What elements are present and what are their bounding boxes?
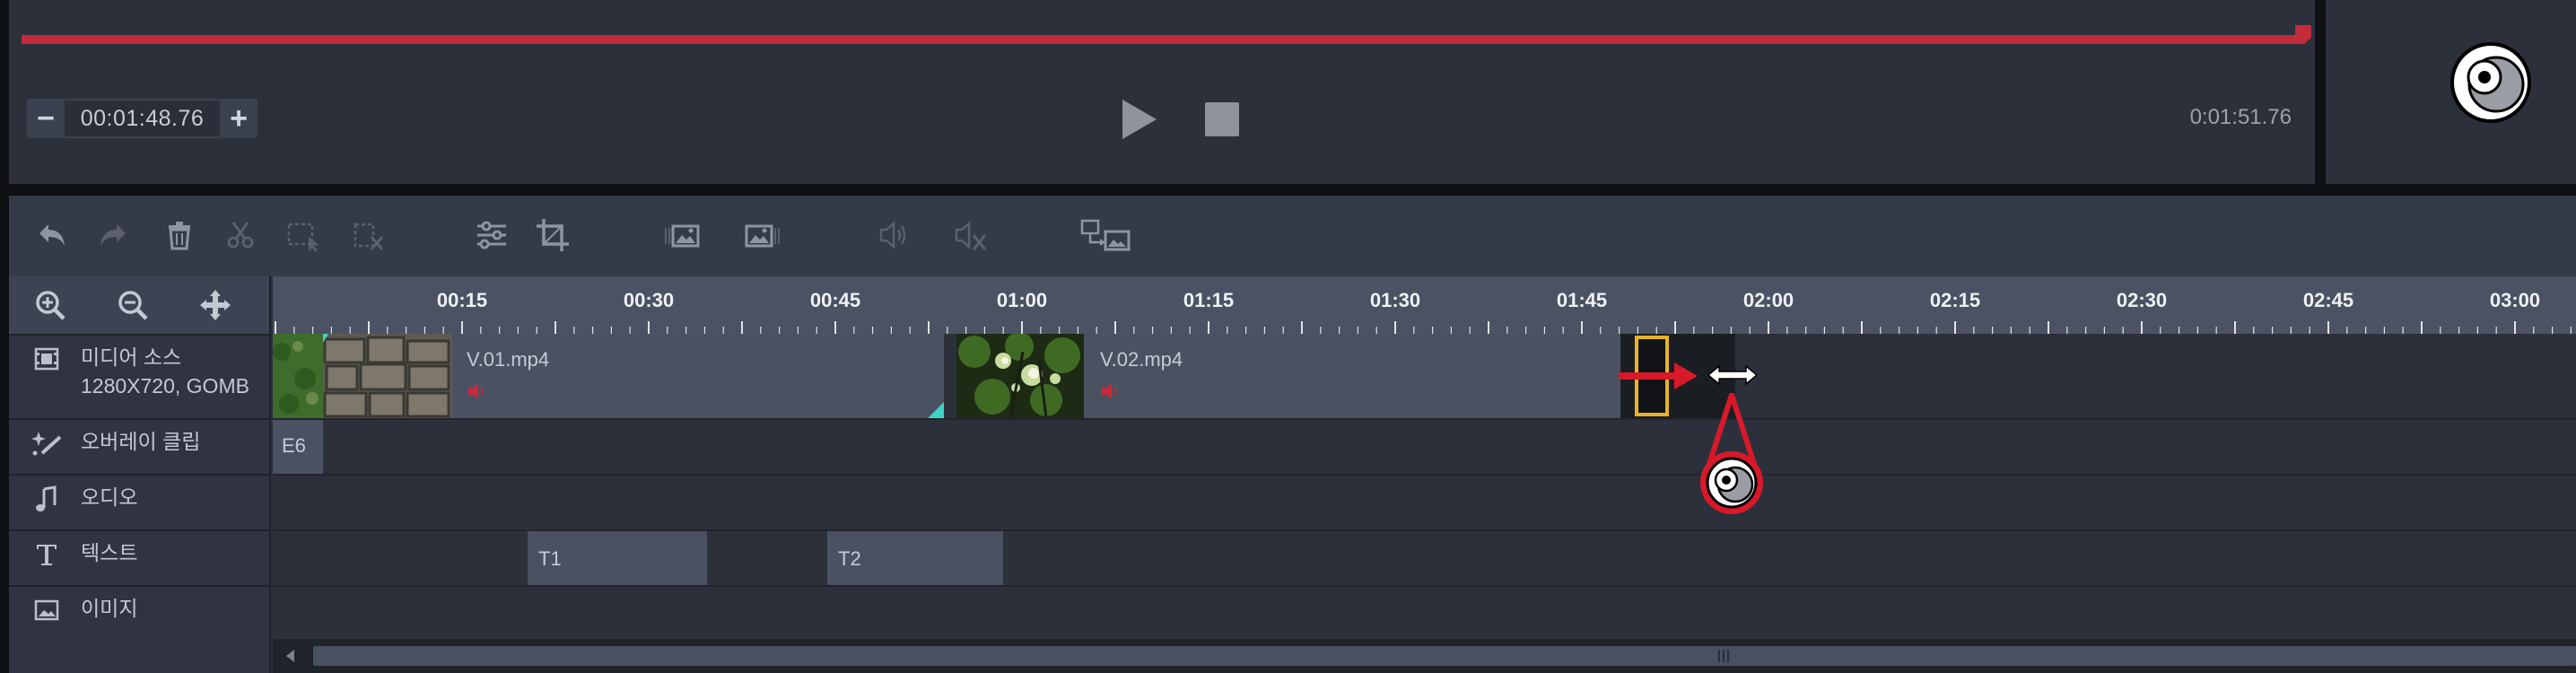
clip-thumbnail xyxy=(956,334,1084,418)
ruler-label: 01:30 xyxy=(1369,289,1421,311)
track-media-resolution: 1280X720, GOMB xyxy=(81,374,249,398)
video-clip-v02[interactable]: V.02.mp4 xyxy=(956,334,1620,418)
track-name-audio: 오디오 xyxy=(81,485,138,509)
audio-icon[interactable] xyxy=(874,215,913,255)
ruler-label: 02:30 xyxy=(2116,289,2168,311)
audio-indicator-icon xyxy=(468,383,484,399)
replace-image-icon[interactable] xyxy=(1080,215,1131,255)
text-clip-t2[interactable]: T2 xyxy=(827,531,1003,585)
image-before-icon[interactable] xyxy=(662,215,702,255)
scroll-grip-icon xyxy=(1718,650,1729,662)
clip-thumbnail xyxy=(273,334,452,418)
time-stepper: − 00:01:48.76 + xyxy=(27,99,258,138)
audio-indicator-icon xyxy=(1102,383,1117,399)
track-name-image: 이미지 xyxy=(81,597,138,620)
mouse-cursor-icon xyxy=(2450,42,2531,123)
track-header-media[interactable]: 미디어 소스 1280X720, GOMB xyxy=(9,334,269,418)
clip-name: T2 xyxy=(838,547,861,570)
preview-player: − 00:01:48.76 + 0:01:51.76 xyxy=(9,0,2315,184)
ruler-label: 01:00 xyxy=(996,289,1048,311)
track-row-image xyxy=(273,585,2576,641)
track-header-text[interactable]: 텍스트 xyxy=(9,529,269,585)
ruler-label: 00:30 xyxy=(623,289,675,311)
scroll-left-arrow-icon[interactable] xyxy=(284,648,296,664)
film-icon xyxy=(31,343,63,375)
music-note-icon xyxy=(31,483,63,515)
player-side-panel xyxy=(2326,0,2576,184)
track-name-overlay: 오버레이 클립 xyxy=(81,430,201,453)
video-clip-v01[interactable]: V.01.mp4 xyxy=(273,334,944,418)
delete-icon[interactable] xyxy=(160,215,199,255)
editor-panel: 미디어 소스 1280X720, GOMB 오버레이 클립 오디오 텍스트 이미… xyxy=(9,196,2576,673)
track-header-overlay[interactable]: 오버레이 클립 xyxy=(9,418,269,474)
ruler-label: 02:15 xyxy=(1929,289,1981,311)
ruler-ticks xyxy=(275,321,2572,334)
clip-name: T1 xyxy=(538,547,562,570)
track-row-text: T1 T2 xyxy=(273,529,2576,585)
stop-icon[interactable] xyxy=(1205,102,1239,136)
timeline-tracks: V.01.mp4 V.02.mp4 E6 T1 T2 xyxy=(273,334,2576,648)
ruler-label: 00:45 xyxy=(809,289,861,311)
cut-icon[interactable] xyxy=(221,215,260,255)
track-name-media: 미디어 소스 xyxy=(81,345,182,369)
current-time-input[interactable]: 00:01:48.76 xyxy=(65,101,220,136)
track-name-text: 텍스트 xyxy=(81,541,138,564)
track-header-image[interactable]: 이미지 xyxy=(9,585,269,641)
timeline-ruler[interactable]: 00:15 00:30 00:45 01:00 01:15 01:30 01:4… xyxy=(273,276,2576,334)
resize-cursor-icon xyxy=(1707,364,1759,386)
ruler-label: 00:15 xyxy=(436,289,488,311)
scrollbar-thumb[interactable] xyxy=(313,646,2576,666)
mute-icon[interactable] xyxy=(951,215,991,255)
clip-name: V.02.mp4 xyxy=(1100,348,1183,371)
total-duration: 0:01:51.76 xyxy=(2189,105,2292,129)
ruler-label: 02:45 xyxy=(2302,289,2354,311)
track-row-overlay: E6 xyxy=(273,418,2576,474)
image-icon xyxy=(31,594,63,626)
timeline-horizontal-scrollbar[interactable] xyxy=(273,639,2576,673)
track-header-panel: 미디어 소스 1280X720, GOMB 오버레이 클립 오디오 텍스트 이미… xyxy=(9,276,271,673)
remove-region-icon[interactable] xyxy=(348,215,388,255)
redo-icon[interactable] xyxy=(93,215,133,255)
ruler-label: 02:00 xyxy=(1742,289,1794,311)
track-row-media: V.01.mp4 V.02.mp4 xyxy=(273,334,2576,418)
clip-name: V.01.mp4 xyxy=(467,348,550,371)
ruler-label: 03:00 xyxy=(2489,289,2541,311)
transition-marker-icon[interactable] xyxy=(928,402,944,418)
zoom-in-icon[interactable] xyxy=(9,276,92,334)
drag-direction-arrow-icon xyxy=(1619,363,1698,389)
playhead-marker-icon[interactable] xyxy=(2293,25,2313,47)
playback-progress-bar[interactable] xyxy=(22,35,2304,44)
edit-toolbar xyxy=(9,196,2576,276)
track-row-audio xyxy=(273,474,2576,529)
track-header-audio[interactable]: 오디오 xyxy=(9,474,269,529)
undo-icon[interactable] xyxy=(32,215,72,255)
ruler-label: 01:45 xyxy=(1556,289,1608,311)
text-clip-t1[interactable]: T1 xyxy=(528,531,707,585)
play-icon[interactable] xyxy=(1117,96,1160,143)
adjust-icon[interactable] xyxy=(472,215,511,255)
zoom-out-icon[interactable] xyxy=(92,276,174,334)
zoom-controls xyxy=(9,276,269,334)
text-icon xyxy=(31,538,63,571)
fit-timeline-icon[interactable] xyxy=(174,276,257,334)
sparkle-icon xyxy=(31,427,63,459)
image-after-icon[interactable] xyxy=(743,215,782,255)
time-increase-button[interactable]: + xyxy=(220,99,258,138)
overlay-clip-e6[interactable]: E6 xyxy=(273,420,323,474)
ruler-label: 01:15 xyxy=(1183,289,1235,311)
time-decrease-button[interactable]: − xyxy=(27,99,65,138)
select-region-icon[interactable] xyxy=(284,215,323,255)
crop-icon[interactable] xyxy=(533,215,572,255)
mouse-cursor-icon xyxy=(1700,393,1763,514)
clip-name: E6 xyxy=(282,434,306,457)
